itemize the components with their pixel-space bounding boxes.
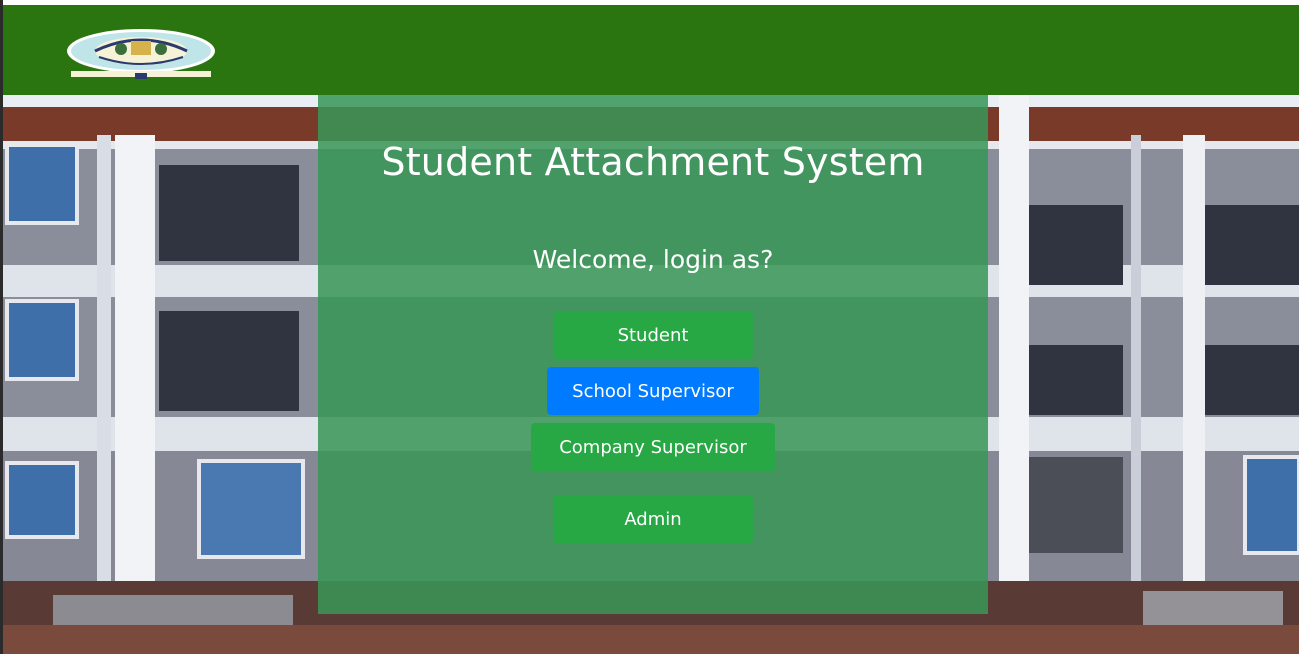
header-bar: [3, 5, 1299, 95]
page-title: Student Attachment System: [381, 140, 925, 184]
left-border: [0, 0, 3, 654]
university-crest-icon[interactable]: [65, 27, 217, 81]
student-login-button[interactable]: Student: [553, 311, 753, 359]
admin-login-button[interactable]: Admin: [553, 495, 753, 543]
login-prompt: Welcome, login as?: [532, 245, 774, 274]
page: Student Attachment System Welcome, login…: [0, 0, 1299, 654]
school-supervisor-login-button[interactable]: School Supervisor: [547, 367, 759, 415]
company-supervisor-login-button[interactable]: Company Supervisor: [531, 423, 775, 471]
